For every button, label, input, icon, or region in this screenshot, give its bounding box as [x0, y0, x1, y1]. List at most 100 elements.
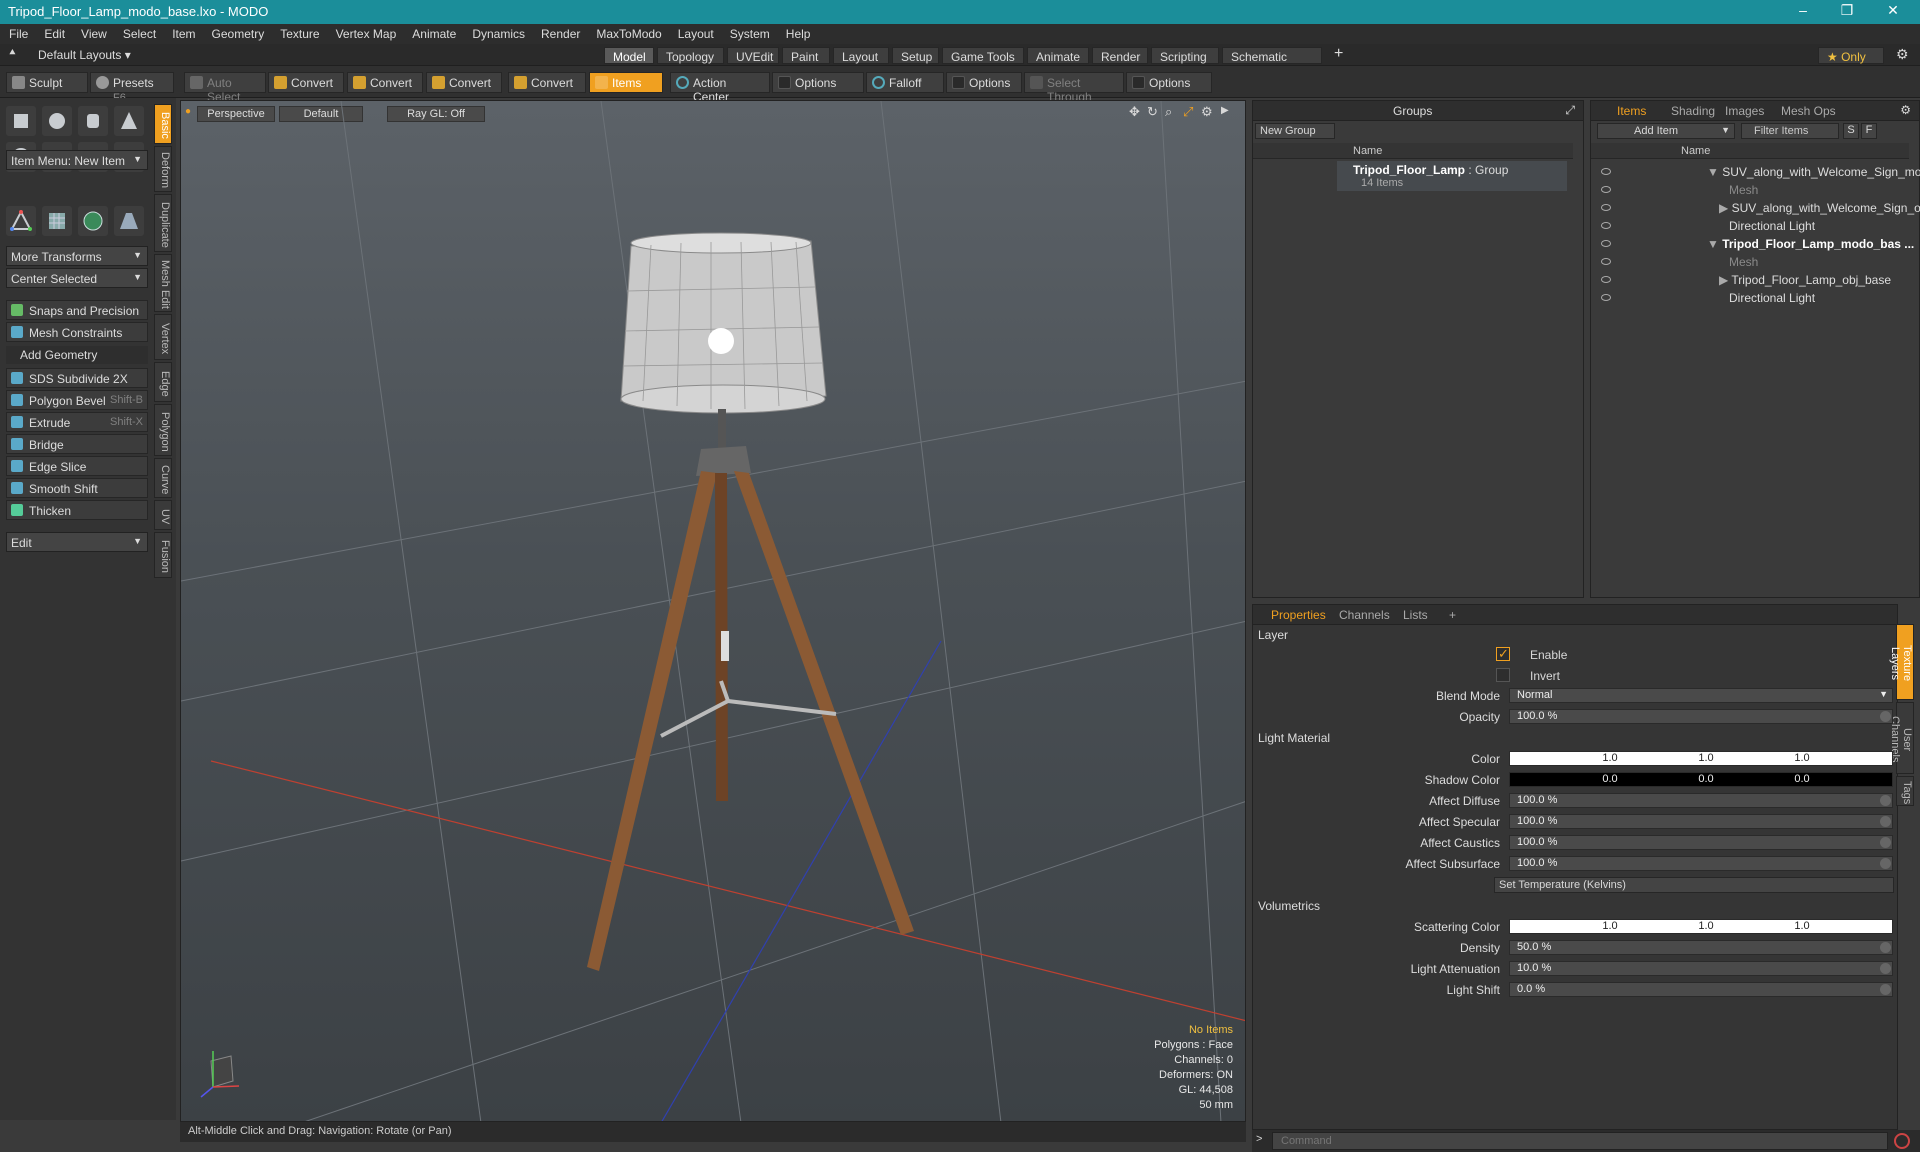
- sculpt-button[interactable]: Sculpt: [6, 72, 88, 93]
- tab-model[interactable]: Model: [604, 47, 654, 64]
- convert-button-3[interactable]: Convert: [426, 72, 502, 93]
- s-toggle[interactable]: S: [1843, 123, 1859, 139]
- bridge-button[interactable]: Bridge: [6, 434, 148, 454]
- visibility-eye-icon[interactable]: [1601, 168, 1611, 175]
- convert-button-1[interactable]: Convert: [268, 72, 344, 93]
- menu-item[interactable]: Item: [163, 24, 202, 41]
- auto-select-button[interactable]: Auto Select: [184, 72, 266, 104]
- invert-checkbox[interactable]: [1496, 668, 1510, 682]
- tab-scripting[interactable]: Scripting: [1151, 47, 1219, 64]
- item-row[interactable]: ▼ SUV_along_with_Welcome_Sign_mod...: [1707, 165, 1920, 179]
- sphere-icon[interactable]: [42, 106, 72, 136]
- command-input[interactable]: [1272, 1132, 1888, 1150]
- items-mode-button[interactable]: Items: [589, 72, 663, 93]
- color-field[interactable]: 1.0 1.0 1.0: [1509, 751, 1893, 766]
- blend-mode-dropdown[interactable]: Normal ▼: [1509, 688, 1893, 703]
- affect-caustics-field[interactable]: 100.0 %: [1509, 835, 1893, 850]
- layout-arrow-icon[interactable]: ⯅: [8, 47, 17, 60]
- visibility-eye-icon[interactable]: [1601, 240, 1611, 247]
- tab-layout[interactable]: Layout: [833, 47, 889, 64]
- visibility-eye-icon[interactable]: [1601, 276, 1611, 283]
- maximize-button[interactable]: ❐: [1830, 2, 1864, 22]
- only-button[interactable]: ★ Only: [1818, 47, 1884, 64]
- visibility-eye-icon[interactable]: [1601, 258, 1611, 265]
- tab-game-tools[interactable]: Game Tools: [942, 47, 1024, 64]
- presets-button[interactable]: Presets F6: [90, 72, 174, 104]
- vtab-user-channels[interactable]: User Channels: [1889, 702, 1914, 774]
- tab-shading[interactable]: Shading: [1671, 104, 1715, 118]
- item-row[interactable]: Directional Light: [1729, 219, 1815, 233]
- vtab-vertex[interactable]: Vertex: [154, 314, 172, 360]
- visibility-eye-icon[interactable]: [1601, 204, 1611, 211]
- vtab-duplicate[interactable]: Duplicate: [154, 194, 172, 252]
- visibility-eye-icon[interactable]: [1601, 222, 1611, 229]
- vtab-mesh-edit[interactable]: Mesh Edit: [154, 254, 172, 312]
- tab-properties[interactable]: Properties: [1271, 608, 1326, 622]
- tab-mesh-ops[interactable]: Mesh Ops: [1781, 104, 1836, 118]
- affect-diffuse-field[interactable]: 100.0 %: [1509, 793, 1893, 808]
- menu-render[interactable]: Render: [532, 24, 587, 41]
- vtab-texture-layers[interactable]: Texture Layers: [1889, 624, 1914, 700]
- menu-texture[interactable]: Texture: [271, 24, 326, 41]
- vtab-uv[interactable]: UV: [154, 500, 172, 530]
- falloff-button[interactable]: Falloff: [866, 72, 944, 93]
- spinner-icon[interactable]: [1880, 942, 1891, 953]
- options-button-3[interactable]: Options: [1126, 72, 1212, 93]
- menu-help[interactable]: Help: [777, 24, 818, 41]
- convert-button-2[interactable]: Convert: [347, 72, 423, 93]
- action-center-button[interactable]: Action Center: [670, 72, 770, 104]
- filter-items-input[interactable]: Filter Items: [1741, 123, 1839, 139]
- convert-button-4[interactable]: Convert: [508, 72, 586, 93]
- item-row[interactable]: Mesh: [1729, 255, 1758, 269]
- perspective-grid-icon[interactable]: [114, 206, 144, 236]
- options-button-2[interactable]: Options: [946, 72, 1022, 93]
- tab-lists[interactable]: Lists: [1403, 608, 1428, 622]
- vtab-fusion[interactable]: Fusion: [154, 532, 172, 578]
- menu-geometry[interactable]: Geometry: [203, 24, 272, 41]
- options-button-1[interactable]: Options: [772, 72, 864, 93]
- spinner-icon[interactable]: [1880, 816, 1891, 827]
- visibility-eye-icon[interactable]: [1601, 294, 1611, 301]
- item-row[interactable]: Mesh: [1729, 183, 1758, 197]
- visibility-eye-icon[interactable]: [1601, 186, 1611, 193]
- spinner-icon[interactable]: [1880, 837, 1891, 848]
- transform-icon[interactable]: [6, 206, 36, 236]
- tab-channels[interactable]: Channels: [1339, 608, 1390, 622]
- spinner-icon[interactable]: [1880, 963, 1891, 974]
- cone-icon[interactable]: [114, 106, 144, 136]
- item-row[interactable]: ▶ SUV_along_with_Welcome_Sign_o ...: [1719, 201, 1920, 215]
- menu-file[interactable]: File: [0, 24, 35, 41]
- extrude-button[interactable]: Extrude Shift-X: [6, 412, 148, 432]
- menu-vertex-map[interactable]: Vertex Map: [327, 24, 404, 41]
- menu-system[interactable]: System: [721, 24, 777, 41]
- set-temperature-button[interactable]: Set Temperature (Kelvins): [1494, 877, 1894, 893]
- spinner-icon[interactable]: [1880, 711, 1891, 722]
- tab-render[interactable]: Render: [1092, 47, 1148, 64]
- menu-select[interactable]: Select: [114, 24, 163, 41]
- menu-dynamics[interactable]: Dynamics: [463, 24, 532, 41]
- add-geometry-header[interactable]: Add Geometry: [6, 346, 148, 364]
- tab-topology[interactable]: Topology: [657, 47, 724, 64]
- tab-items[interactable]: Items: [1617, 104, 1646, 118]
- cube-icon[interactable]: [6, 106, 36, 136]
- tab-uvedit[interactable]: UVEdit: [727, 47, 779, 64]
- polygon-bevel-button[interactable]: Polygon Bevel Shift-B: [6, 390, 148, 410]
- add-tab-icon[interactable]: +: [1449, 608, 1456, 622]
- vtab-polygon[interactable]: Polygon: [154, 404, 172, 456]
- affect-specular-field[interactable]: 100.0 %: [1509, 814, 1893, 829]
- menu-animate[interactable]: Animate: [403, 24, 463, 41]
- light-material-section-header[interactable]: Light Material: [1258, 731, 1330, 745]
- select-through-button[interactable]: Select Through: [1024, 72, 1124, 104]
- item-row[interactable]: ▶ Tripod_Floor_Lamp_obj_base: [1719, 273, 1891, 287]
- record-icon[interactable]: [1894, 1133, 1910, 1149]
- menu-layout[interactable]: Layout: [669, 24, 721, 41]
- menu-view[interactable]: View: [72, 24, 114, 41]
- vtab-basic[interactable]: Basic: [154, 104, 172, 144]
- volumetrics-section-header[interactable]: Volumetrics: [1258, 899, 1320, 913]
- close-button[interactable]: ✕: [1876, 2, 1910, 22]
- tab-animate[interactable]: Animate: [1027, 47, 1089, 64]
- item-menu-dropdown[interactable]: Item Menu: New Item ▼: [6, 150, 148, 170]
- gear-icon[interactable]: ⚙: [1896, 46, 1909, 63]
- tab-images[interactable]: Images: [1725, 104, 1764, 118]
- gear-icon[interactable]: ⚙: [1900, 103, 1911, 117]
